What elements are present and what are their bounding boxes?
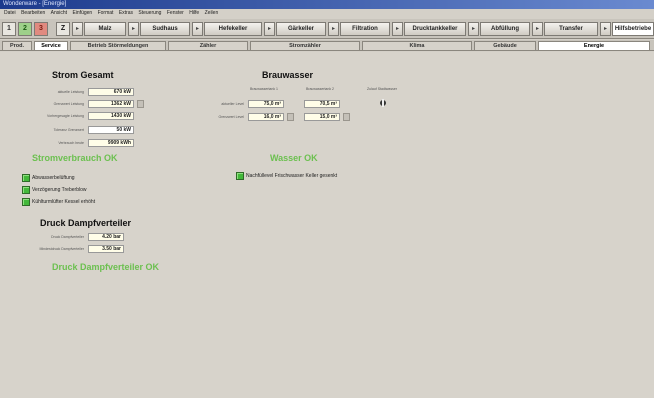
brauwasser-label-level: aktueller Level — [221, 102, 244, 106]
dampf-title: Druck Dampfverteiler — [40, 218, 132, 228]
dampf-value-druck: 4.20 bar — [88, 233, 124, 241]
indicator-label: Kühlturmlüfter Kessel erhöht — [32, 199, 96, 205]
toolbar-hilfsbetriebe-button[interactable]: Hilfsbetriebe — [612, 22, 654, 36]
menu-datei[interactable]: Datei — [4, 10, 16, 16]
tab-stromzaehler[interactable]: Stromzähler — [250, 41, 360, 51]
menu-fenster[interactable]: Fenster — [167, 10, 184, 16]
strom-value-toleranz[interactable]: 50 kW — [88, 126, 134, 134]
strom-value-grenzwert[interactable]: 1362 kW — [88, 100, 134, 108]
indicator-verzoegerung-treberblow: Verzögerung Treberblow — [22, 186, 86, 194]
indicator-label: Abwasserbelüftung — [32, 175, 75, 181]
indicator-nachfuelllevel: Nachfüllevel Frischwasser Keller gesenkt — [236, 172, 337, 180]
strom-title: Strom Gesamt — [52, 70, 114, 80]
nav-1-icon[interactable]: 1 — [2, 22, 16, 36]
malz-arrow-icon[interactable]: ▸ — [72, 22, 83, 36]
tab-service[interactable]: Service — [34, 41, 68, 51]
menu-einfuegen[interactable]: Einfügen — [72, 10, 92, 16]
abfuellung-arrow-icon[interactable]: ▸ — [468, 22, 479, 36]
toolbar-sudhaus-button[interactable]: Sudhaus — [140, 22, 190, 36]
menu-bearbeiten[interactable]: Bearbeiten — [21, 10, 45, 16]
brauwasser-col-tank1: Brauwassertank 1 — [249, 87, 278, 91]
toolbar-abfuellung-button[interactable]: Abfüllung — [480, 22, 530, 36]
menu-format[interactable]: Format — [98, 10, 114, 16]
menu-zeilen[interactable]: Zeilen — [205, 10, 219, 16]
status-lamp-icon — [22, 186, 30, 194]
status-lamp-icon — [22, 174, 30, 182]
hilfsbetriebe-arrow-icon[interactable]: ▸ — [600, 22, 611, 36]
brauwasser-status: Wasser OK — [270, 153, 318, 163]
window-title: Wonderware - [Energie] — [3, 1, 67, 7]
tank1-limit-value[interactable]: 16,0 m³ — [248, 113, 284, 121]
strom-label-vorhergesagt: Vorhergesagte Leistung — [47, 114, 84, 118]
status-lamp-icon — [236, 172, 244, 180]
window-title-bar: Wonderware - [Energie] — [0, 0, 654, 9]
toolbar-hefekeller-button[interactable]: Hefekeller — [204, 22, 262, 36]
tab-gebaeude[interactable]: Gebäude — [474, 41, 536, 51]
hefekeller-arrow-icon[interactable]: ▸ — [192, 22, 203, 36]
toolbar: 1 2 3 Z ▸ Malz ▸ Sudhaus ▸ Hefekeller ▸ … — [0, 19, 654, 39]
tab-zaehler[interactable]: Zähler — [168, 41, 248, 51]
strom-grenzwert-edit-button[interactable] — [137, 100, 144, 108]
brauwasser-col-zulauf: Zulauf Stadtwasser — [367, 87, 397, 91]
tab-prod[interactable]: Prod. — [2, 41, 32, 51]
dampf-label-mindestdruck: Mindestdruck Dampfverteiler — [39, 247, 84, 251]
tank1-level-value: 75,0 m³ — [248, 100, 284, 108]
zoom-icon[interactable]: Z — [56, 22, 70, 36]
brauwasser-col-tank2: Brauwassertank 2 — [305, 87, 334, 91]
menu-hilfe[interactable]: Hilfe — [189, 10, 199, 16]
strom-value-aktuell: 670 kW — [88, 88, 134, 96]
tank2-level-value: 70,5 m³ — [304, 100, 340, 108]
brauwasser-label-grenzwert: Grenzwert Level — [218, 115, 244, 119]
toolbar-malz-button[interactable]: Malz — [84, 22, 126, 36]
toolbar-filtration-button[interactable]: Filtration — [340, 22, 390, 36]
tab-klima[interactable]: Klima — [362, 41, 472, 51]
menu-extras[interactable]: Extras — [119, 10, 133, 16]
transfer-arrow-icon[interactable]: ▸ — [532, 22, 543, 36]
menu-bar: Datei Bearbeiten Ansicht Einfügen Format… — [0, 9, 654, 18]
tank1-limit-edit-button[interactable] — [287, 113, 294, 121]
strom-label-verbrauch: Verbrauch heute — [58, 141, 84, 145]
zulauf-valve-icon[interactable] — [380, 99, 386, 107]
indicator-label: Nachfüllevel Frischwasser Keller gesenkt — [246, 173, 338, 179]
strom-label-toleranz: Toleranz Grenzwert — [53, 128, 84, 132]
menu-ansicht[interactable]: Ansicht — [51, 10, 67, 16]
dampf-value-mindestdruck[interactable]: 3.50 bar — [88, 245, 124, 253]
drucktankkeller-arrow-icon[interactable]: ▸ — [392, 22, 403, 36]
tank2-limit-value[interactable]: 15,0 m³ — [304, 113, 340, 121]
nav-3-icon[interactable]: 3 — [34, 22, 48, 36]
filtration-arrow-icon[interactable]: ▸ — [328, 22, 339, 36]
menu-steuerung[interactable]: Steuerung — [138, 10, 161, 16]
status-lamp-icon — [22, 198, 30, 206]
tab-bar: Prod. Service Betrieb Störmeldungen Zähl… — [0, 40, 654, 51]
tab-energie[interactable]: Energie — [538, 41, 650, 51]
indicator-abwasserbelueftung: Abwasserbelüftung — [22, 174, 75, 182]
toolbar-gaerkeller-button[interactable]: Gärkeller — [276, 22, 326, 36]
strom-label-grenzwert: Grenzwert Leistung — [53, 102, 84, 106]
strom-label-aktuell: aktuelle Leistung — [57, 90, 84, 94]
toolbar-drucktankkeller-button[interactable]: Drucktankkeller — [404, 22, 466, 36]
indicator-kuehlturmluefter: Kühlturmlüfter Kessel erhöht — [22, 198, 95, 206]
sudhaus-arrow-icon[interactable]: ▸ — [128, 22, 139, 36]
nav-2-icon[interactable]: 2 — [18, 22, 32, 36]
energie-panel: Strom Gesamt aktuelle Leistung 670 kW Gr… — [0, 52, 654, 398]
brauwasser-title: Brauwasser — [262, 70, 314, 80]
strom-value-vorhergesagt: 1430 kW — [88, 112, 134, 120]
dampf-label-druck: Druck Dampfverteiler — [51, 235, 84, 239]
strom-status: Stromverbrauch OK — [32, 153, 118, 163]
strom-value-verbrauch: 9909 kWh — [88, 139, 134, 147]
indicator-label: Verzögerung Treberblow — [32, 187, 87, 193]
toolbar-transfer-button[interactable]: Transfer — [544, 22, 598, 36]
dampf-status: Druck Dampfverteiler OK — [52, 262, 160, 272]
gaerkeller-arrow-icon[interactable]: ▸ — [264, 22, 275, 36]
tank2-limit-edit-button[interactable] — [343, 113, 350, 121]
tab-betrieb-stoermeldungen[interactable]: Betrieb Störmeldungen — [70, 41, 166, 51]
